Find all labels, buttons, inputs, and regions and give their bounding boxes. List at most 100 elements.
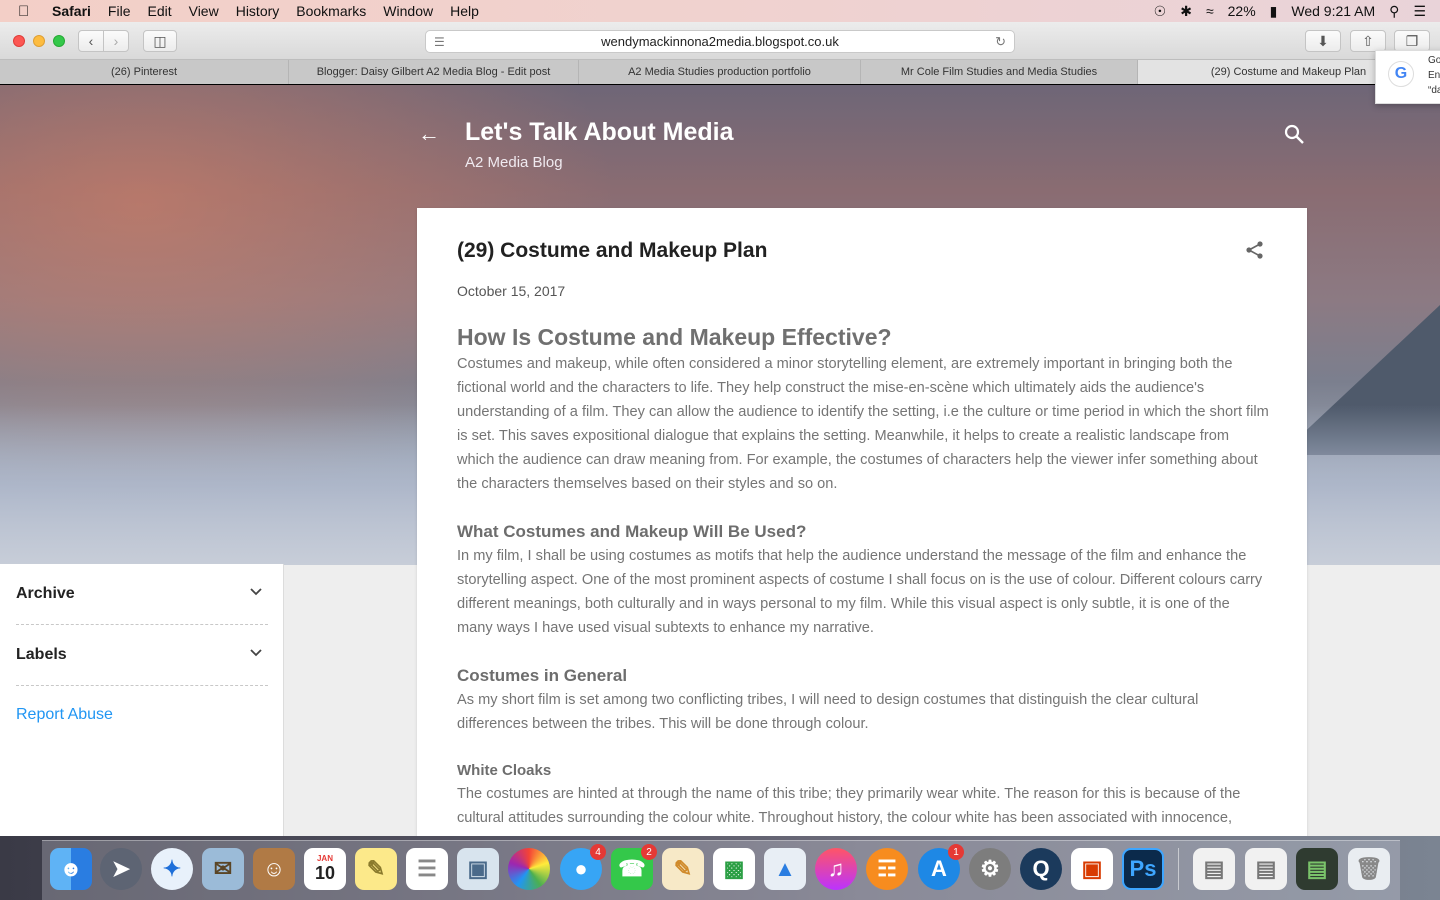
dock-separator <box>1178 848 1179 890</box>
calendar-day: 10 <box>314 863 336 883</box>
safari-icon[interactable]: ✦ <box>151 848 193 890</box>
share-icon[interactable] <box>1245 240 1265 260</box>
menu-app-safari[interactable]: Safari <box>52 3 91 19</box>
menu-file[interactable]: File <box>108 3 131 19</box>
back-button[interactable]: ‹ <box>78 30 104 52</box>
tab-blogger-edit[interactable]: Blogger: Daisy Gilbert A2 Media Blog - E… <box>289 60 579 84</box>
menu-view[interactable]: View <box>189 3 219 19</box>
menu-help[interactable]: Help <box>450 3 479 19</box>
reminders-icon[interactable]: ☰ <box>406 848 448 890</box>
app-store-icon[interactable]: A1 <box>918 844 964 890</box>
close-window-button[interactable] <box>13 35 25 47</box>
popup-line: “da <box>1428 85 1440 96</box>
messages-icon[interactable]: ● 4 <box>560 844 606 890</box>
chevron-right-icon: › <box>113 33 119 49</box>
downloads-button[interactable]: ⬇ <box>1305 30 1341 52</box>
menu-bookmarks[interactable]: Bookmarks <box>296 3 366 19</box>
office-icon[interactable]: ▣ <box>1071 848 1113 890</box>
url-text: wendymackinnona2media.blogspot.co.uk <box>601 34 839 49</box>
itunes-icon[interactable]: ♫ <box>815 848 857 890</box>
system-preferences-icon[interactable]: ⚙ <box>969 848 1011 890</box>
share-button[interactable]: ⇧ <box>1350 30 1386 52</box>
photos-icon[interactable] <box>508 848 550 890</box>
post-date: October 15, 2017 <box>457 283 566 299</box>
search-icon[interactable] <box>1283 123 1305 145</box>
section-heading: What Costumes and Makeup Will Be Used? <box>457 522 807 541</box>
recent-document-icon[interactable]: ▤ <box>1296 848 1338 890</box>
facetime-badge: 2 <box>641 844 657 860</box>
tab-a2-portfolio[interactable]: A2 Media Studies production portfolio <box>579 60 861 84</box>
chevron-left-icon: ‹ <box>88 33 94 49</box>
menu-history[interactable]: History <box>236 3 280 19</box>
messages-badge: 4 <box>590 844 606 860</box>
contacts-icon[interactable]: ☺ <box>253 848 295 890</box>
section-heading: How Is Costume and Makeup Effective? <box>457 324 892 350</box>
zoom-window-button[interactable] <box>53 35 65 47</box>
menu-edit[interactable]: Edit <box>147 3 171 19</box>
sidebar: Archive Labels Report Abuse <box>0 564 284 836</box>
paragraph: As my short film is set among two confli… <box>457 692 1199 732</box>
paragraph: In my film, I shall be using costumes as… <box>457 548 1263 636</box>
chevron-down-icon[interactable] <box>250 647 262 659</box>
mail-icon[interactable]: ✉ <box>202 848 244 890</box>
popup-line: Go <box>1428 55 1440 66</box>
sidebar-toggle-button[interactable]: ◫ <box>143 30 177 52</box>
battery-icon[interactable]: ▮ <box>1270 3 1278 20</box>
download-icon: ⬇ <box>1317 32 1329 49</box>
paragraph: Costumes and makeup, while often conside… <box>457 356 1269 492</box>
calendar-icon[interactable]: JAN 10 <box>304 848 346 890</box>
minimize-window-button[interactable] <box>33 35 45 47</box>
labels-label: Labels <box>16 646 67 663</box>
popup-text: Go En “da <box>1428 53 1440 98</box>
back-arrow-icon[interactable]: ← <box>418 121 440 147</box>
forward-button[interactable]: › <box>103 30 129 52</box>
battery-percent[interactable]: 22% <box>1228 3 1256 19</box>
tab-overview-button[interactable]: ❐ <box>1394 30 1430 52</box>
apple-icon[interactable]:  <box>18 3 38 20</box>
menu-bar:  Safari File Edit View History Bookmark… <box>0 0 1440 22</box>
chevron-down-icon[interactable] <box>250 586 262 598</box>
section-heading: Costumes in General <box>457 666 628 685</box>
blog-subtitle: A2 Media Blog <box>465 154 563 171</box>
sidebar-icon: ◫ <box>153 32 167 49</box>
notes-icon[interactable]: ✎ <box>355 848 397 890</box>
numbers-icon[interactable]: ▩ <box>713 848 755 890</box>
archive-widget[interactable]: Archive <box>16 564 268 625</box>
launchpad-icon[interactable]: ➤ <box>100 848 142 890</box>
tab-bar: (26) Pinterest Blogger: Daisy Gilbert A2… <box>0 60 1440 84</box>
appstore-badge: 1 <box>948 844 964 860</box>
blog-title[interactable]: Let's Talk About Media <box>465 118 733 147</box>
reader-icon[interactable]: ☰ <box>434 35 445 49</box>
finder-icon[interactable]: ☻ <box>50 848 92 890</box>
pages-icon[interactable]: ✎ <box>662 848 704 890</box>
tab-pinterest[interactable]: (26) Pinterest <box>0 60 289 84</box>
recent-document-icon[interactable]: ▤ <box>1193 848 1235 890</box>
bluetooth-icon[interactable]: ✱ <box>1180 3 1192 20</box>
post-body: How Is Costume and Makeup Effective? Cos… <box>457 322 1269 830</box>
wifi-icon[interactable]: ≈ <box>1206 3 1214 19</box>
paragraph: The costumes are hinted at through the n… <box>457 786 1241 826</box>
notification-center-icon[interactable]: ☰ <box>1413 3 1426 20</box>
reload-icon[interactable]: ↻ <box>995 34 1006 50</box>
address-bar[interactable]: ☰ wendymackinnona2media.blogspot.co.uk ↻ <box>425 30 1015 53</box>
report-abuse-link[interactable]: Report Abuse <box>16 706 113 724</box>
status-area: ☉ ✱ ≈ 22% ▮ Wed 9:21 AM ⚲ ☰ <box>1154 0 1440 22</box>
creative-cloud-icon[interactable]: ☉ <box>1154 3 1167 20</box>
google-signin-popup[interactable]: G Go En “da <box>1375 50 1440 104</box>
menu-window[interactable]: Window <box>383 3 433 19</box>
ibooks-icon[interactable]: ☶ <box>866 848 908 890</box>
preview-icon[interactable]: ▣ <box>457 848 499 890</box>
popup-line: En <box>1428 70 1440 81</box>
calendar-month: JAN <box>316 854 333 863</box>
clock[interactable]: Wed 9:21 AM <box>1291 3 1375 19</box>
photoshop-icon[interactable]: Ps <box>1122 848 1164 890</box>
keynote-icon[interactable]: ▲ <box>764 848 806 890</box>
tab-mr-cole[interactable]: Mr Cole Film Studies and Media Studies <box>861 60 1138 84</box>
labels-widget[interactable]: Labels <box>16 625 268 686</box>
quicktime-icon[interactable]: Q <box>1020 848 1062 890</box>
facetime-icon[interactable]: ☎ 2 <box>611 844 657 890</box>
trash-icon[interactable]: 🗑 <box>1348 848 1390 890</box>
recent-document-icon[interactable]: ▤ <box>1245 848 1287 890</box>
share-icon: ⇧ <box>1362 32 1374 49</box>
spotlight-icon[interactable]: ⚲ <box>1389 3 1399 20</box>
